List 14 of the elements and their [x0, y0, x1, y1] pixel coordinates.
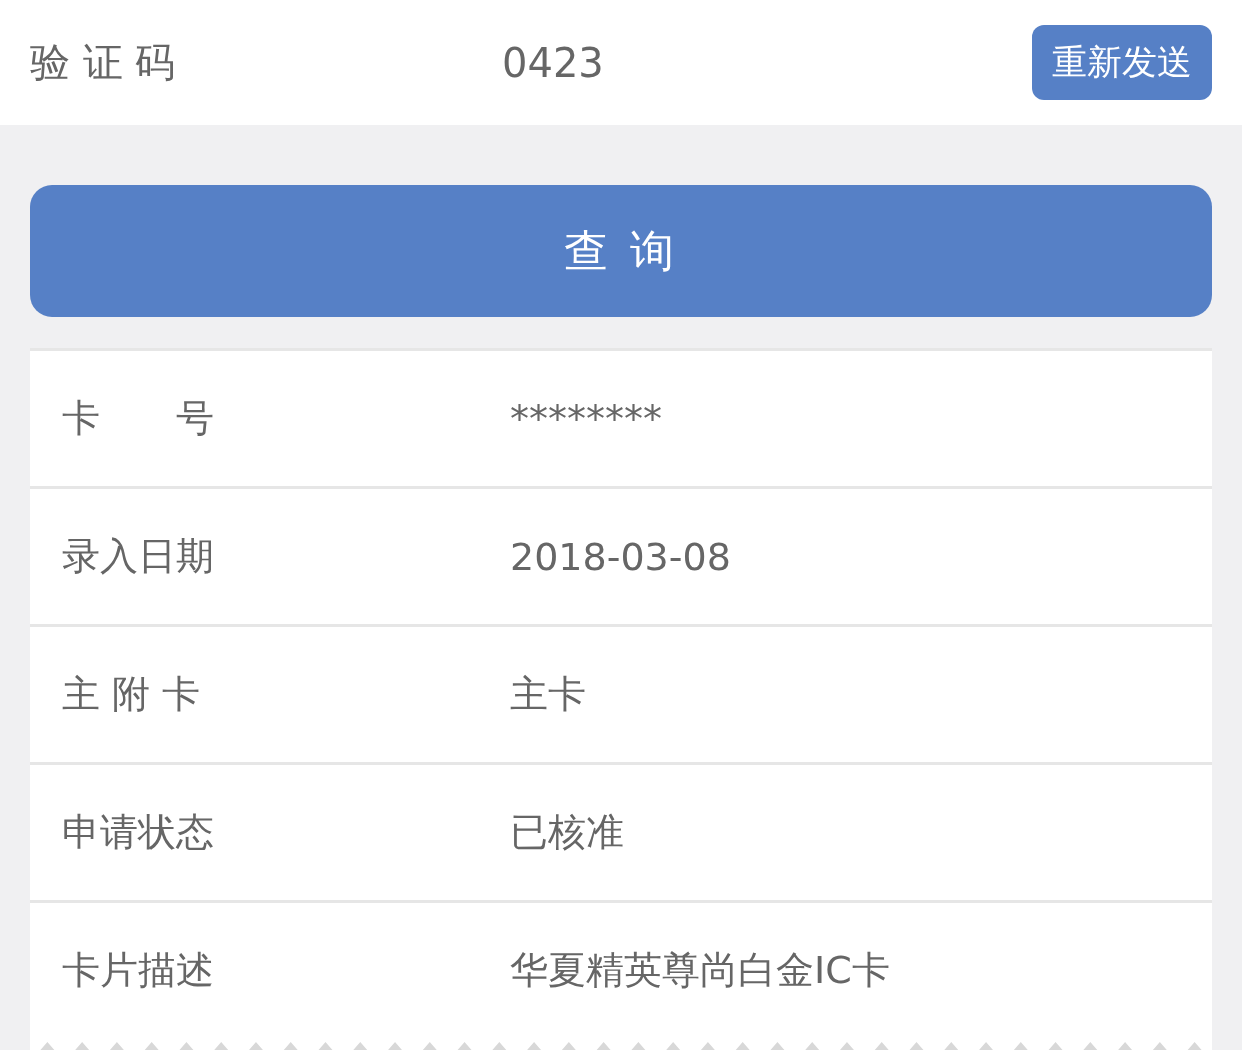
resend-button[interactable]: 重新发送 [1032, 25, 1212, 100]
row-value: 已核准 [510, 809, 624, 856]
row-value: 华夏精英尊尚白金IC卡 [510, 947, 890, 994]
row-label: 申请状态 [62, 809, 215, 856]
row-label: 录入日期 [62, 533, 215, 580]
row-label: 卡片描述 [62, 947, 215, 994]
field-label: 验 证 码 [30, 38, 177, 87]
code-value: 0423 [502, 39, 605, 86]
row-value: 主卡 [510, 671, 586, 718]
row-label: 主 附 卡 [62, 671, 202, 718]
row-value: ******** [510, 396, 662, 441]
row-label: 卡 号 [62, 395, 215, 442]
query-button[interactable]: 查 询 [30, 185, 1212, 317]
row-value: 2018-03-08 [510, 534, 731, 579]
